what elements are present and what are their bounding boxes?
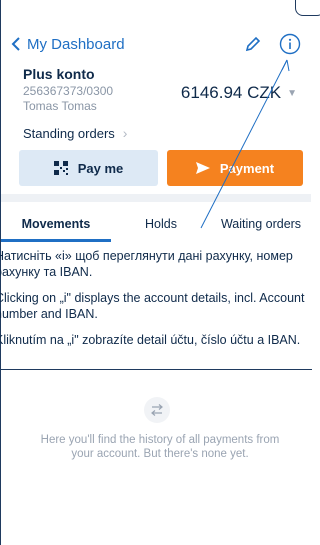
empty-state-text: Here you'll find the history of all paym… [40, 434, 280, 460]
pencil-icon[interactable] [245, 36, 261, 52]
tab-waiting-orders[interactable]: Waiting orders [211, 210, 311, 242]
payment-label: Payment [219, 160, 275, 176]
caret-down-icon: ▼ [287, 87, 297, 99]
standing-orders-link[interactable]: Standing orders › [23, 125, 127, 141]
tabs: Movements Holds Waiting orders [1, 210, 311, 242]
tooltip-overlay: Натисніть «і» щоб переглянути дані рахун… [0, 242, 312, 370]
standing-orders-label: Standing orders [23, 125, 115, 141]
panel-corner [295, 0, 320, 16]
tooltip-text-en: Clicking on „i" displays the account det… [0, 291, 305, 321]
back-label: My Dashboard [27, 35, 125, 53]
tab-holds[interactable]: Holds [111, 210, 211, 242]
payment-button[interactable]: Payment [167, 150, 303, 186]
app-panel: My Dashboard Plus konto 256367373/0300 T… [0, 0, 320, 545]
qr-code-icon [53, 161, 68, 175]
section-divider [1, 194, 311, 202]
account-balance[interactable]: 6146.94 CZK ▼ [181, 83, 297, 103]
tooltip-text-uk: Натисніть «і» щоб переглянути дані рахун… [0, 249, 293, 279]
send-icon [195, 162, 210, 174]
transfer-arrows-icon [144, 397, 170, 423]
tooltip-text-cz: Kliknutím na „i" zobrazíte detail účtu, … [0, 333, 301, 347]
pay-me-button[interactable]: Pay me [19, 150, 158, 186]
info-icon[interactable] [279, 33, 301, 55]
tab-movements[interactable]: Movements [1, 210, 111, 242]
pay-me-label: Pay me [77, 160, 124, 176]
back-button[interactable]: My Dashboard [11, 36, 125, 53]
chevron-left-icon [11, 37, 20, 51]
top-bar: My Dashboard [11, 33, 301, 55]
screen: My Dashboard Plus konto 256367373/0300 T… [0, 0, 320, 545]
balance-value: 6146.94 CZK [180, 83, 282, 102]
chevron-right-icon: › [122, 125, 128, 141]
account-name: Plus konto [23, 66, 95, 82]
